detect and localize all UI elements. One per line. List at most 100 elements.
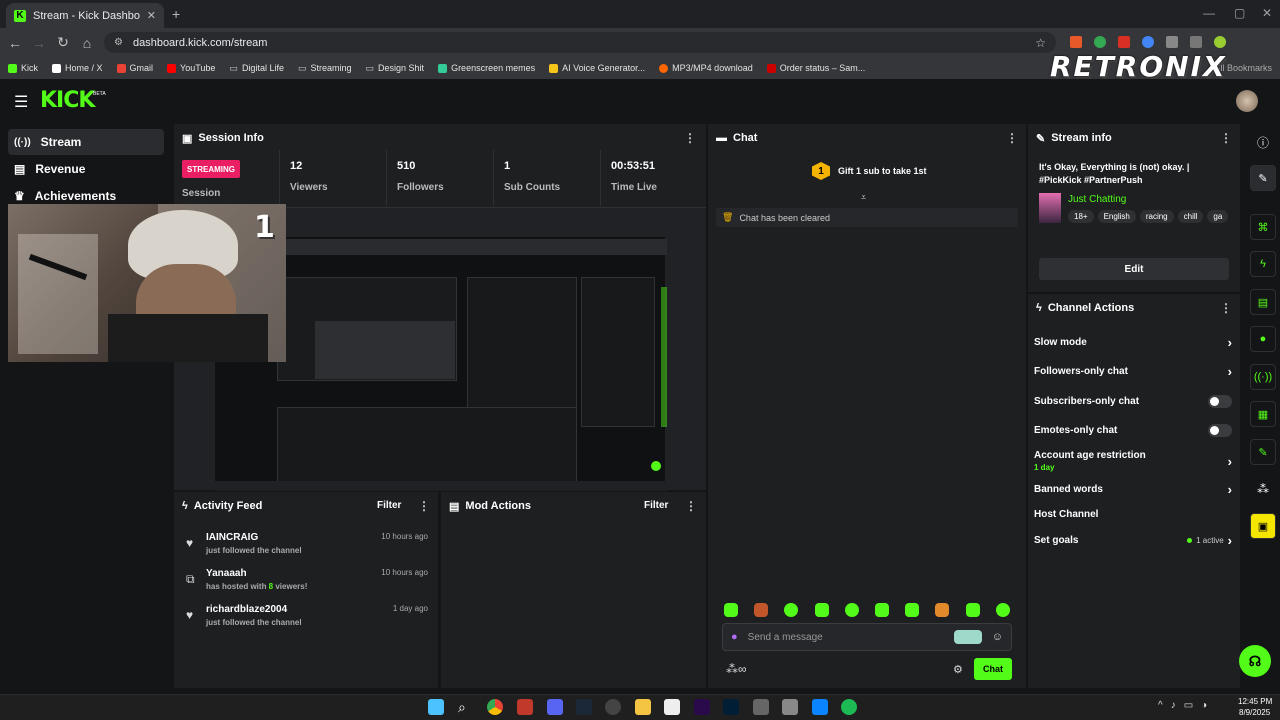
action-emotes-only[interactable]: Emotes-only chat <box>1034 421 1232 439</box>
chat-bubble-icon[interactable]: ● <box>1250 326 1276 352</box>
notion-icon[interactable] <box>664 699 680 715</box>
action-set-goals[interactable]: Set goals 1 active › <box>1034 531 1232 549</box>
bookmark-design[interactable]: ▭ Design Shit <box>366 63 425 74</box>
subscribers-toggle[interactable] <box>1208 394 1232 408</box>
emote[interactable] <box>754 603 768 617</box>
address-bar[interactable]: ⚙ dashboard.kick.com/stream ☆ <box>104 32 1056 53</box>
action-account-age[interactable]: Account age restriction 1 day › <box>1034 450 1232 474</box>
action-host-channel[interactable]: Host Channel <box>1034 505 1232 523</box>
bookmark-x[interactable]: Home / X <box>52 63 103 73</box>
microphone-icon[interactable]: ● <box>731 631 738 643</box>
action-subscribers-only[interactable]: Subscribers-only chat <box>1034 392 1232 410</box>
more-options-icon[interactable]: ⋮ <box>684 131 696 145</box>
activity-filter-button[interactable]: Filter <box>377 500 401 511</box>
forward-icon[interactable]: → <box>27 35 51 51</box>
spotify-icon[interactable] <box>841 699 857 715</box>
photoshop-icon[interactable] <box>723 699 739 715</box>
nav-item-stream[interactable]: ((·)) Stream <box>8 129 164 155</box>
taskbar-app-icon-4[interactable] <box>812 699 828 715</box>
stack-icon[interactable]: ▦ <box>1250 401 1276 427</box>
system-tray-icons[interactable]: ^♪▭◑ <box>1158 700 1215 711</box>
taskbar-app-icon-3[interactable] <box>782 699 798 715</box>
bookmark-kick[interactable]: Kick <box>8 63 38 73</box>
edit-pencil-icon[interactable]: ✎ <box>1250 165 1276 191</box>
emote[interactable] <box>935 603 949 617</box>
taskbar-app-icon[interactable] <box>517 699 533 715</box>
notes-icon[interactable]: ▤ <box>1250 289 1276 315</box>
bookmark-greenscreen[interactable]: Greenscreen memes <box>438 63 535 73</box>
chrome-icon[interactable] <box>487 699 503 715</box>
gift-sub-banner[interactable]: 1 Gift 1 sub to take 1st <box>812 162 927 180</box>
category-name[interactable]: Just Chatting <box>1068 194 1126 205</box>
home-icon[interactable]: ⌂ <box>75 35 99 51</box>
emote[interactable] <box>996 603 1010 617</box>
obs-icon[interactable] <box>605 699 621 715</box>
emote[interactable] <box>724 603 738 617</box>
lightning-tool-icon[interactable]: ϟ <box>1250 251 1276 277</box>
site-info-icon[interactable]: ⚙ <box>114 37 123 48</box>
bookmark-mp3[interactable]: MP3/MP4 download <box>659 63 753 73</box>
steam-icon[interactable] <box>576 699 592 715</box>
new-tab-icon[interactable]: + <box>172 6 180 22</box>
emote[interactable] <box>875 603 889 617</box>
chat-input[interactable]: ● Send a message ☺ <box>722 623 1012 651</box>
browser-tab[interactable]: K Stream - Kick Dashboard ✕ <box>6 3 164 28</box>
more-options-icon[interactable]: ⋮ <box>685 499 697 513</box>
bookmark-star-icon[interactable]: ☆ <box>1035 36 1046 50</box>
support-icon[interactable]: ☊ <box>1239 645 1271 677</box>
info-circle-icon[interactable]: ⓘ <box>1257 134 1269 151</box>
discord-icon[interactable] <box>547 699 563 715</box>
bookmark-youtube[interactable]: YouTube <box>167 63 215 73</box>
clock-date[interactable]: 8/9/2025 <box>1239 708 1270 717</box>
bookmark-ai-voice[interactable]: AI Voice Generator... <box>549 63 645 73</box>
bookmark-order[interactable]: Order status – Sam... <box>766 63 865 73</box>
emote[interactable] <box>966 603 980 617</box>
start-icon[interactable] <box>428 699 444 715</box>
revenue-icon: ▤ <box>14 162 26 176</box>
tab-close-icon[interactable]: ✕ <box>147 9 156 22</box>
more-options-icon[interactable]: ⋮ <box>418 499 430 513</box>
back-icon[interactable]: ← <box>3 35 27 51</box>
premiere-icon[interactable] <box>694 699 710 715</box>
avatar[interactable] <box>1236 90 1258 112</box>
highlight-icon[interactable]: ▣ <box>1250 513 1276 539</box>
emote[interactable] <box>784 603 798 617</box>
layout-icon[interactable]: ⌘ <box>1250 214 1276 240</box>
emote[interactable] <box>815 603 829 617</box>
chat-send-button[interactable]: Chat <box>974 658 1012 680</box>
chat-settings-icon[interactable]: ⚙ <box>953 663 963 676</box>
emote[interactable] <box>905 603 919 617</box>
infinity-icon[interactable]: ⁂∞ <box>726 662 747 676</box>
share-icon[interactable]: ⁂ <box>1257 482 1269 496</box>
nav-item-revenue[interactable]: ▤ Revenue <box>8 156 164 182</box>
clock-time[interactable]: 12:45 PM <box>1238 697 1272 706</box>
tools-icon[interactable]: ✎ <box>1250 439 1276 465</box>
more-options-icon[interactable]: ⋮ <box>1220 131 1232 145</box>
broadcast-icon[interactable]: ((·)) <box>1250 364 1276 390</box>
emote[interactable] <box>845 603 859 617</box>
taskbar-search-icon[interactable]: ⌕ <box>458 699 474 715</box>
more-options-icon[interactable]: ⋮ <box>1006 131 1018 145</box>
kick-logo[interactable]: KICK <box>40 88 95 113</box>
reload-icon[interactable]: ↻ <box>51 34 75 51</box>
close-window-icon[interactable]: ✕ <box>1262 6 1272 20</box>
edit-button[interactable]: Edit <box>1039 258 1229 280</box>
bookmark-streaming[interactable]: ▭ Streaming <box>298 63 352 74</box>
action-followers-only[interactable]: Followers-only chat › <box>1034 362 1232 380</box>
emoji-icon[interactable]: ☺ <box>992 631 1003 643</box>
emotes-toggle[interactable] <box>1208 423 1232 437</box>
more-options-icon[interactable]: ⋮ <box>1220 301 1232 315</box>
emote-picker-badge[interactable] <box>953 630 982 644</box>
bookmark-gmail[interactable]: Gmail <box>116 63 153 73</box>
file-explorer-icon[interactable] <box>635 699 651 715</box>
minimize-icon[interactable]: — <box>1203 6 1215 20</box>
action-banned-words[interactable]: Banned words › <box>1034 480 1232 498</box>
action-slow-mode[interactable]: Slow mode › <box>1034 333 1232 351</box>
extension-icons[interactable] <box>1070 36 1226 48</box>
collapse-icon[interactable]: ⩡ <box>861 192 866 203</box>
mod-filter-button[interactable]: Filter <box>644 500 668 511</box>
maximize-icon[interactable]: ▢ <box>1234 6 1245 20</box>
menu-icon[interactable]: ☰ <box>14 92 28 112</box>
bookmark-digital-life[interactable]: ▭ Digital Life <box>229 63 284 74</box>
taskbar-app-icon-2[interactable] <box>753 699 769 715</box>
